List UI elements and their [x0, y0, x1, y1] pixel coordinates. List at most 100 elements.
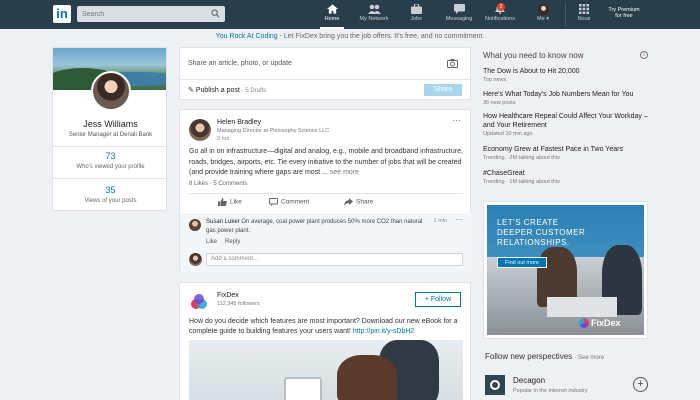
comment-like-link[interactable]: Like: [206, 239, 217, 245]
news-item[interactable]: Here's What Today's Job Numbers Mean for…: [483, 90, 653, 107]
search-icon[interactable]: [211, 9, 220, 18]
news-meta: Trending · 2M talking about this: [483, 155, 560, 161]
briefcase-icon: [410, 4, 422, 14]
ad-headline: LET'S CREATE DEEPER CUSTOMER RELATIONSHI…: [497, 218, 585, 248]
ad-brand: FixDex: [591, 318, 621, 328]
feed-post: Helen Bradley Managing Director at Philo…: [179, 109, 472, 272]
home-icon: [326, 4, 338, 14]
commenter-name[interactable]: Susan Luker: [206, 219, 240, 225]
news-item[interactable]: How Healthcare Repeal Could Affect Your …: [483, 112, 653, 138]
news-item[interactable]: #ChaseGreat Trending · 1M talking about …: [483, 169, 653, 186]
news-item[interactable]: Economy Grew at Fastest Pace in Two Year…: [483, 145, 653, 162]
add-comment-input[interactable]: Add a comment...: [206, 253, 463, 266]
post-link[interactable]: http://pin.it/y-sDbH2: [353, 328, 414, 335]
notification-badge: 2: [497, 3, 505, 11]
comment-button[interactable]: Comment: [269, 198, 309, 206]
linkedin-logo[interactable]: in: [53, 5, 71, 23]
my-avatar: [189, 253, 202, 266]
profile-name[interactable]: Jess Williams: [53, 119, 168, 129]
nav-work[interactable]: Nous: [573, 4, 595, 29]
profile-avatar[interactable]: [91, 71, 131, 111]
ad-cta-button[interactable]: Find out more: [497, 257, 547, 268]
nav-messaging[interactable]: Messaging: [441, 4, 477, 29]
nav-jobs[interactable]: Jobs: [404, 4, 428, 29]
hand-shape: [337, 355, 397, 400]
publish-label: Publish a post: [195, 87, 240, 94]
like-button[interactable]: Like: [218, 198, 242, 206]
caret-down-icon: ▾: [546, 16, 549, 22]
ring-icon: [490, 380, 500, 390]
author-avatar[interactable]: [189, 119, 211, 141]
nav-notifications[interactable]: 2 Notifications: [481, 3, 519, 29]
publish-post-link[interactable]: ✎ Publish a post · 5 Drafts: [188, 86, 266, 94]
avatar: [537, 4, 549, 15]
comment-reply-link[interactable]: Reply: [225, 239, 240, 245]
follow-heading: Follow new perspectives · See more: [485, 352, 604, 361]
news-item[interactable]: The Dow is About to Hit 20,000 Top news: [483, 67, 653, 84]
company-followers: 112,345 followers: [217, 301, 260, 307]
post-views-label[interactable]: Views of your posts: [53, 198, 168, 204]
share-input[interactable]: Share an article, photo, or update: [188, 60, 292, 67]
profile-views-label[interactable]: Who's viewed your profile: [53, 164, 168, 170]
ad-image: LET'S CREATE DEEPER CUSTOMER RELATIONSHI…: [487, 205, 644, 335]
profile-views-count[interactable]: 73: [53, 151, 168, 161]
advertisement[interactable]: LET'S CREATE DEEPER CUSTOMER RELATIONSHI…: [483, 201, 648, 339]
top-navigation-bar: in Home My Network Jobs Messaging 2 Noti…: [0, 0, 700, 29]
profile-card: Jess Williams Senior Manager at Denali B…: [52, 47, 168, 211]
company-name[interactable]: FixDex: [217, 292, 239, 299]
chat-icon: [453, 4, 465, 14]
post-body: Go all in on infrastructure—digital and …: [189, 147, 463, 179]
post-body: How do you decide which features are mos…: [189, 317, 463, 337]
follow-button[interactable]: + Follow: [415, 292, 461, 307]
comment-label: Comment: [281, 198, 310, 206]
search-input[interactable]: [77, 6, 202, 22]
like-label: Like: [230, 198, 242, 206]
nav-home[interactable]: Home: [320, 4, 344, 29]
nav-me[interactable]: Me ▾: [533, 4, 553, 29]
share-post-button[interactable]: Share: [344, 198, 373, 206]
suggestion-subtitle: Popular in the internet industry: [513, 388, 588, 394]
see-more-link[interactable]: · See more: [574, 355, 604, 361]
post-reaction-counts[interactable]: 8 Likes · 5 Comments: [189, 181, 247, 187]
tablet-shape: [284, 377, 322, 400]
nav-my-network[interactable]: My Network: [356, 4, 392, 29]
post-author-name[interactable]: Helen Bradley: [217, 119, 261, 126]
share-box: Share an article, photo, or update ✎ Pub…: [179, 47, 472, 100]
info-icon[interactable]: i: [640, 51, 648, 59]
nav-notifications-label: Notifications: [485, 16, 515, 22]
add-icon[interactable]: +: [633, 377, 648, 392]
promo-text: - Let FixDex bring you the job offers. I…: [277, 33, 485, 40]
try-premium-link[interactable]: Try Premium for free: [605, 7, 643, 32]
people-icon: [367, 4, 381, 14]
search-box[interactable]: [77, 6, 225, 22]
post-image[interactable]: [189, 340, 463, 400]
news-meta: 36 new posts: [483, 100, 516, 106]
camera-icon[interactable]: [447, 59, 458, 68]
drafts-count: · 5 Drafts: [241, 88, 267, 94]
suggestion-name[interactable]: Decagon: [513, 376, 545, 385]
promo-banner: You Rock At Coding - Let FixDex bring yo…: [0, 33, 700, 40]
news-title: How Healthcare Repeal Could Affect Your …: [483, 113, 648, 129]
premium-sub-label: for free: [615, 13, 633, 19]
comment-options-icon[interactable]: ···: [455, 215, 463, 224]
commenter-avatar[interactable]: [189, 219, 201, 231]
comment-actions: Like Reply: [206, 239, 248, 245]
share-label: Share: [356, 198, 374, 206]
ad-line: LET'S CREATE: [497, 218, 559, 227]
decagon-logo[interactable]: [485, 375, 505, 395]
fixdex-logo[interactable]: [189, 292, 209, 312]
nav-my-network-label: My Network: [359, 16, 389, 22]
more-options-icon[interactable]: ···: [452, 115, 461, 125]
post-author-subtitle: Managing Director at Philosophy Science …: [217, 128, 330, 134]
promo-link[interactable]: You Rock At Coding: [216, 33, 278, 40]
pencil-icon: ✎: [188, 87, 194, 94]
divider: [180, 79, 472, 80]
post-time: 3 hrs: [217, 136, 230, 142]
divider: [53, 178, 168, 179]
follow-heading-text: Follow new perspectives: [485, 352, 573, 361]
share-icon: [344, 198, 353, 206]
comment-text: Susan Luker On average, coal power plant…: [206, 218, 431, 235]
see-more-link[interactable]: see more: [330, 169, 359, 176]
post-views-count[interactable]: 35: [53, 185, 168, 195]
share-button[interactable]: Share: [424, 84, 462, 96]
